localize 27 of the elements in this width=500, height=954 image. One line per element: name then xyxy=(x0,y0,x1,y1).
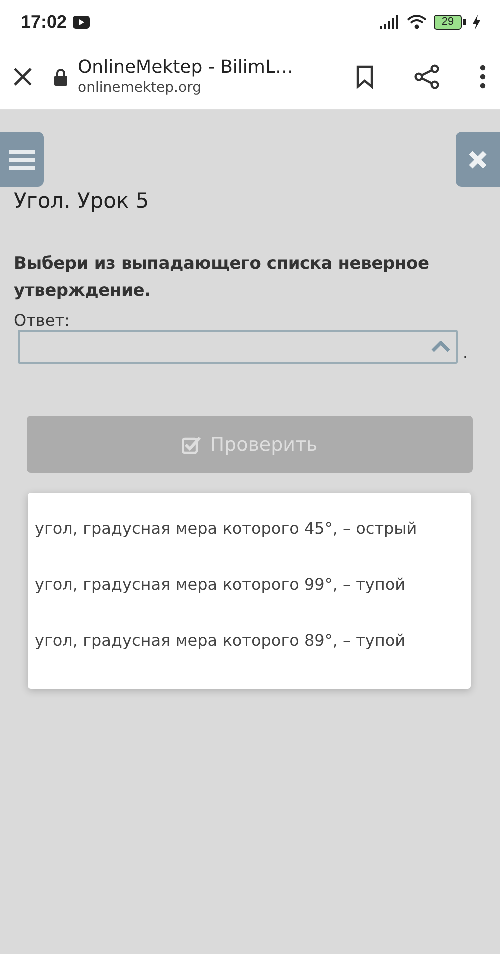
menu-icon xyxy=(9,148,35,170)
caret-up-icon xyxy=(431,341,451,353)
dropdown-option[interactable]: угол, градусная мера которого 45°, – острый xyxy=(28,511,471,547)
dropdown-option[interactable]: угол, градусная мера которого 89°, – тупой xyxy=(28,623,471,659)
question-text: Выбери из выпадающего списка неверное утверждение. xyxy=(14,253,430,303)
video-play-icon xyxy=(73,16,90,28)
close-icon xyxy=(468,150,488,170)
answer-label: Ответ: xyxy=(14,311,71,330)
page-url: onlinemektep.org xyxy=(78,80,202,96)
page-title: OnlineMektep - BilimL… xyxy=(78,57,294,78)
lock-icon xyxy=(54,68,68,86)
more-icon[interactable] xyxy=(480,64,486,88)
wifi-icon xyxy=(406,14,428,30)
share-icon[interactable] xyxy=(414,64,440,90)
close-button[interactable] xyxy=(456,132,500,187)
menu-button[interactable] xyxy=(0,132,44,187)
dropdown-option[interactable]: угол, градусная мера которого 99°, – тупой xyxy=(28,567,471,603)
clock-time: 17:02 xyxy=(21,12,68,32)
close-icon[interactable] xyxy=(12,66,34,88)
period-mark: . xyxy=(463,343,468,362)
battery-level: 29 xyxy=(434,14,462,30)
checkbox-tick-icon xyxy=(182,436,202,454)
bookmark-icon[interactable] xyxy=(356,64,374,88)
charging-bolt-icon xyxy=(472,14,481,30)
signal-icon xyxy=(380,15,400,29)
battery-tip-icon xyxy=(463,19,466,25)
lesson-title: Угол. Урок 5 xyxy=(14,189,150,213)
